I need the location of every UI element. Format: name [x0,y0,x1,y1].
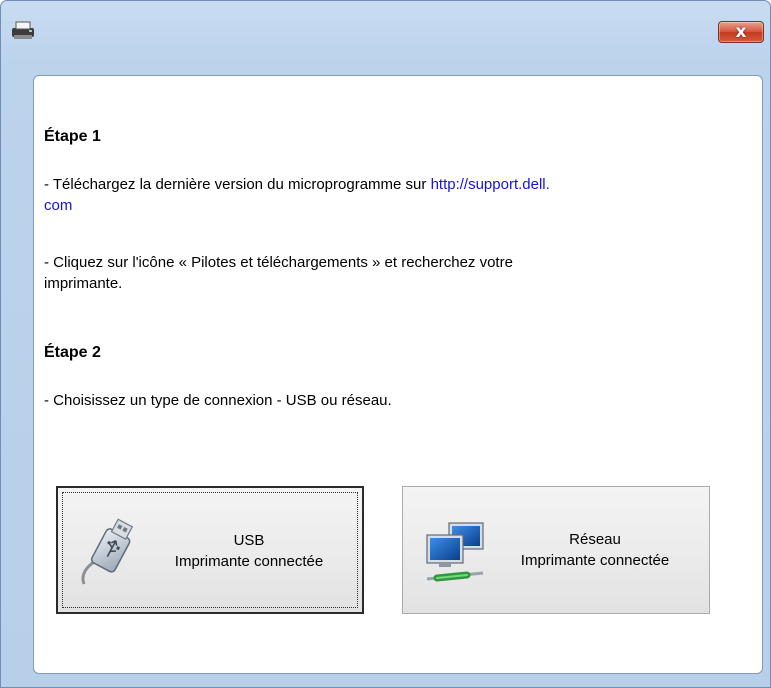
step1-drivers-line2: imprimante. [44,275,123,292]
step1-drivers-line1: - Cliquez sur l'icône « Pilotes et téléc… [44,254,513,271]
support-link-part1[interactable]: http://support.dell. [431,176,550,193]
network-button-label: Réseau Imprimante connectée [489,529,701,571]
network-label-subtitle: Imprimante connectée [520,552,670,569]
step2-heading: Étape 2 [44,344,101,361]
usb-label-subtitle: Imprimante connectée [174,553,324,570]
dialog-window: x Étape 1 - Téléchargez la dernière vers… [0,0,771,688]
network-label-title: Réseau [569,531,621,548]
network-computers-icon [426,522,484,582]
support-link-part2[interactable]: com [44,197,72,214]
step1-heading: Étape 1 [44,128,101,145]
usb-button-label: USB Imprimante connectée [144,530,354,572]
content-panel: Étape 1 - Téléchargez la dernière versio… [33,75,763,674]
close-icon: x [735,21,747,42]
title-bar[interactable]: x [1,1,770,67]
printer-icon [12,21,34,39]
usb-label-title: USB [233,532,265,549]
step1-download-text: - Téléchargez la dernière version du mic… [44,174,734,216]
network-connection-button[interactable]: Réseau Imprimante connectée [402,486,710,614]
step1-download-prefix: - Téléchargez la dernière version du mic… [44,176,431,193]
usb-drive-icon [81,518,134,585]
close-button[interactable]: x [718,21,764,43]
usb-connection-button[interactable]: USB Imprimante connectée [56,486,364,614]
step1-drivers-text: - Cliquez sur l'icône « Pilotes et téléc… [44,252,734,294]
step2-connection-text: - Choisissez un type de connexion - USB … [44,392,392,409]
